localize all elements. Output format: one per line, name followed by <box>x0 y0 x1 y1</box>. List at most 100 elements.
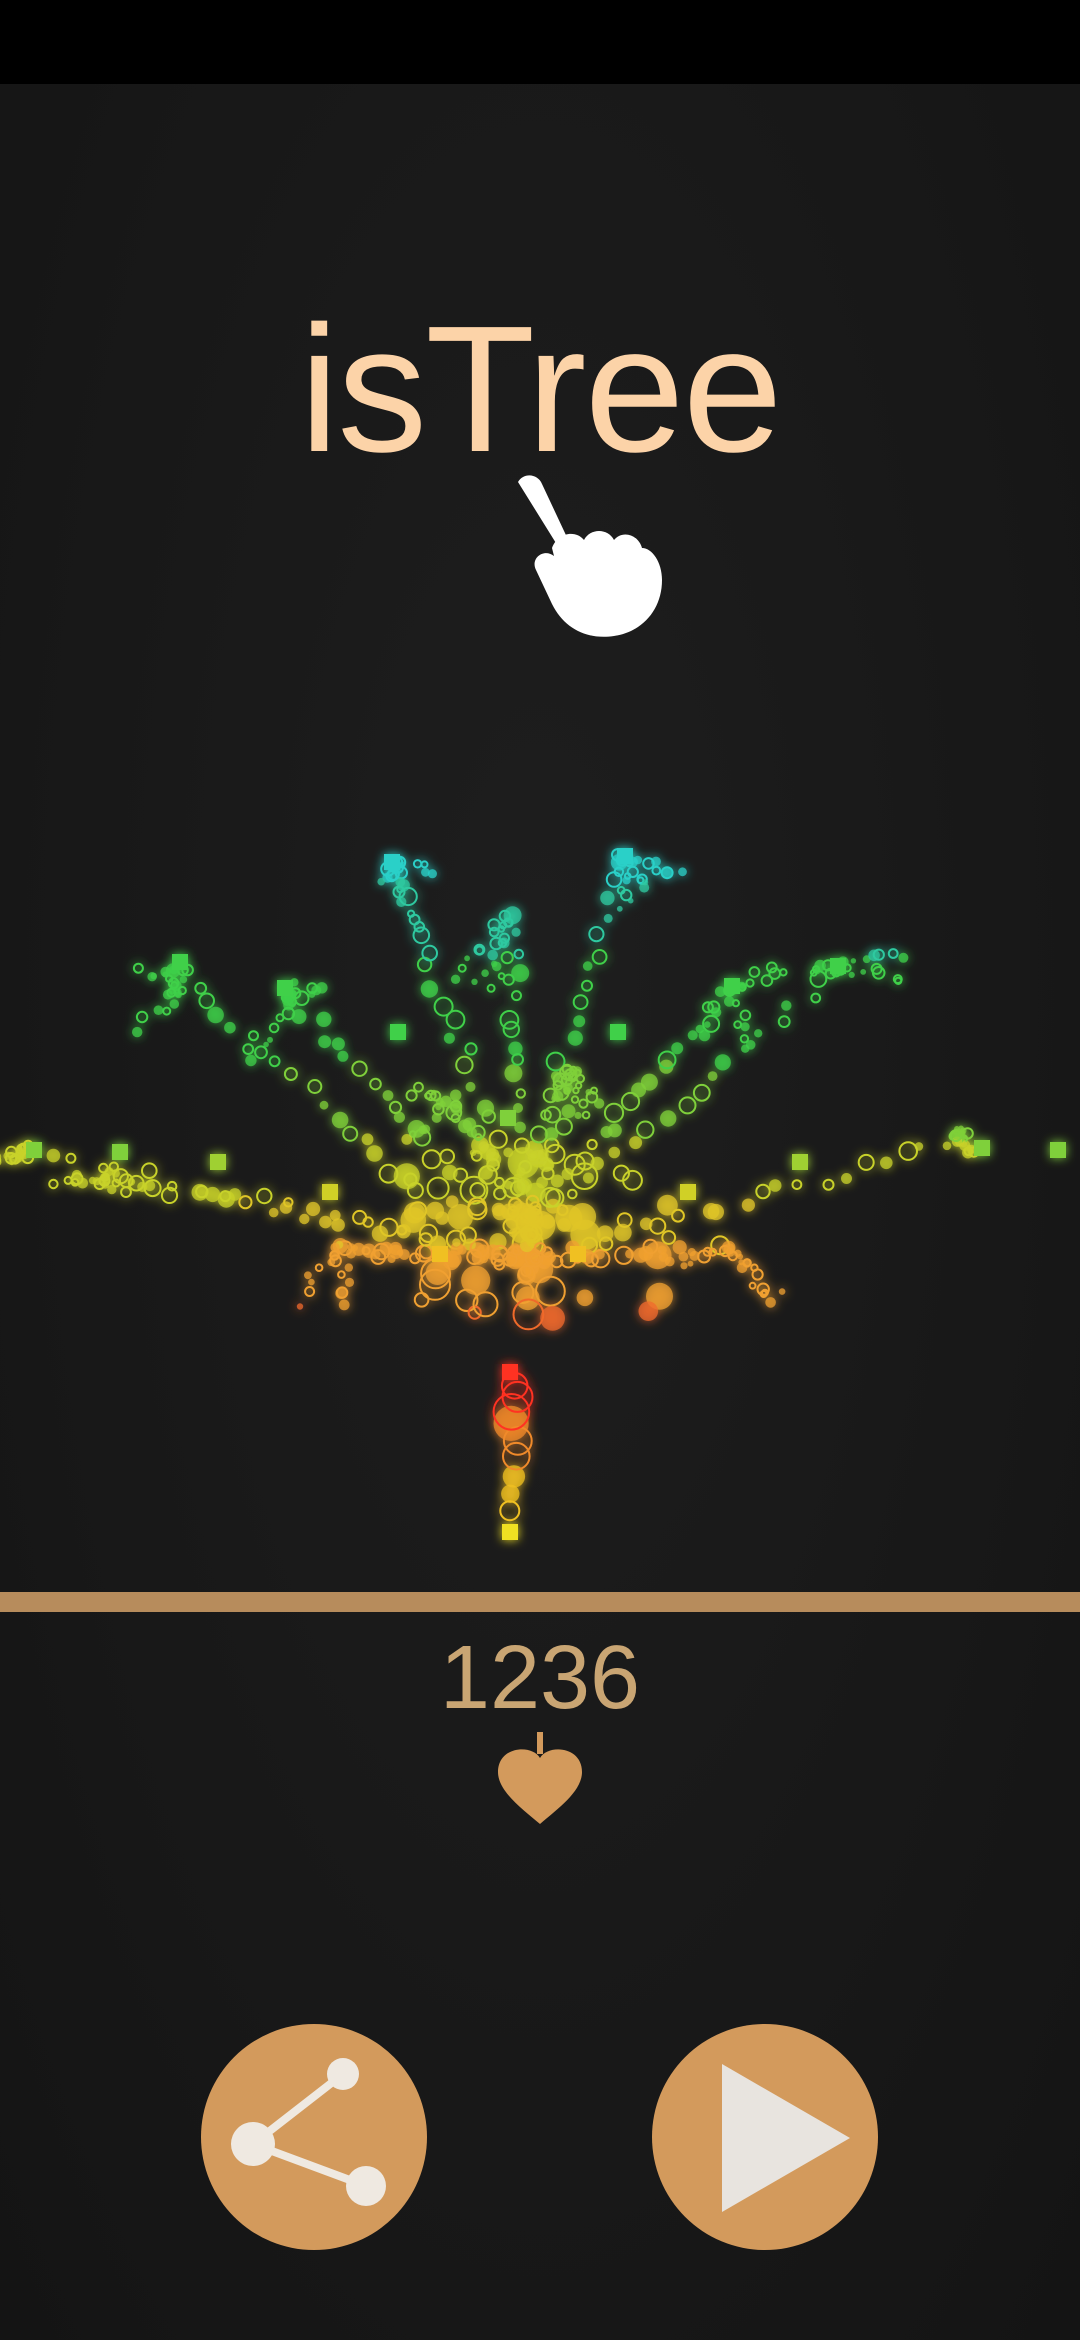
tree-node <box>739 1009 752 1022</box>
tree-bud <box>502 1524 518 1540</box>
tree-node <box>162 971 169 978</box>
tree-node <box>120 1186 132 1199</box>
tree-node <box>254 1045 268 1060</box>
tree-node <box>822 1178 835 1191</box>
tree-node <box>455 1055 474 1075</box>
tree-node <box>661 867 674 879</box>
tree-bud <box>502 1364 518 1380</box>
tree-node <box>638 1246 654 1261</box>
tree-node <box>586 1138 598 1151</box>
tree-node <box>848 971 855 978</box>
tree-node <box>396 1249 404 1256</box>
tree-node <box>65 1152 77 1164</box>
tree-bud <box>792 1154 808 1170</box>
tree-bud <box>570 1246 586 1262</box>
tree-bud <box>617 848 633 864</box>
tree-node <box>296 1303 304 1310</box>
tree-node <box>426 1176 450 1200</box>
tree-node <box>778 1288 786 1295</box>
tree-node <box>678 1096 697 1115</box>
tree-node <box>283 1067 298 1081</box>
tree-bud <box>610 1024 626 1040</box>
tree-bud <box>432 1246 448 1262</box>
tree-node <box>499 921 508 930</box>
tree-node <box>698 1029 711 1042</box>
tree-node <box>491 960 498 967</box>
tree-node <box>499 1010 520 1030</box>
tree-node <box>707 1071 718 1081</box>
tree-node <box>868 949 880 962</box>
tree-node <box>431 1089 437 1096</box>
tree-bud <box>322 1184 338 1200</box>
tree-node <box>633 855 643 865</box>
tree-node <box>478 1165 493 1180</box>
tree-node <box>731 999 741 1008</box>
tree-node <box>594 1248 605 1260</box>
tree-node <box>581 979 593 992</box>
tree-node <box>420 980 439 998</box>
tree-node <box>248 1030 259 1042</box>
tree-node <box>741 1044 750 1053</box>
tree-node <box>687 1260 694 1267</box>
tree-node <box>461 1265 491 1295</box>
tree-node <box>344 1263 353 1272</box>
tree-bud <box>724 978 740 994</box>
tree-node <box>581 1110 591 1120</box>
play-button[interactable] <box>652 2024 878 2250</box>
share-button[interactable] <box>201 2024 427 2250</box>
tree-node <box>687 1248 696 1257</box>
tree-node <box>464 1042 478 1056</box>
tree-node <box>396 896 407 907</box>
tree-node <box>471 978 478 985</box>
tree-node <box>238 1195 253 1210</box>
tree-node <box>638 1301 659 1321</box>
tree-node <box>435 1103 442 1111</box>
tree-node <box>779 968 788 977</box>
tree-node <box>671 1042 684 1055</box>
tree-node <box>777 1015 791 1029</box>
tree-node <box>331 1111 349 1129</box>
tree-node <box>768 1179 782 1192</box>
tree-node <box>887 948 899 959</box>
tree-node <box>224 1021 236 1034</box>
tree-node <box>420 860 429 869</box>
tree-node <box>567 1030 583 1046</box>
tree-node <box>507 1249 526 1268</box>
tree-node <box>660 1110 677 1127</box>
tree-node <box>361 1133 374 1146</box>
score-counter: 1236 <box>439 1628 641 1728</box>
tree-node <box>748 966 761 978</box>
tree-node <box>299 1213 310 1225</box>
tree-node <box>740 1022 750 1032</box>
tree-node <box>413 1292 430 1308</box>
tree-node <box>153 1005 164 1015</box>
tree-node <box>486 983 496 993</box>
tree-node <box>474 945 485 956</box>
tree-node <box>880 1156 893 1170</box>
tree-node <box>733 1020 743 1030</box>
tree-node <box>640 1073 658 1091</box>
tree-node <box>405 1089 418 1102</box>
tree-node <box>144 1180 156 1192</box>
tree-node <box>352 1245 358 1251</box>
tree-node <box>314 1263 324 1273</box>
tree-node <box>412 859 423 869</box>
tree-node <box>629 1136 643 1150</box>
tree-node <box>401 1134 413 1145</box>
tree-node <box>954 1126 960 1132</box>
tree-node <box>739 1034 750 1044</box>
tree-node <box>651 856 661 867</box>
tree-node <box>162 1006 172 1016</box>
tree-node <box>582 961 593 971</box>
tree-node <box>351 1060 368 1077</box>
tree-visualization <box>0 848 1066 1540</box>
tree-node <box>551 1095 558 1102</box>
tree-node <box>687 1030 698 1041</box>
tree-node <box>627 897 634 904</box>
tree-node <box>370 1249 381 1260</box>
tree-node <box>608 1146 621 1159</box>
tree-node <box>268 1055 281 1068</box>
tree-bud <box>830 958 846 974</box>
tree-node <box>304 1286 316 1297</box>
tree-node <box>515 1088 526 1099</box>
